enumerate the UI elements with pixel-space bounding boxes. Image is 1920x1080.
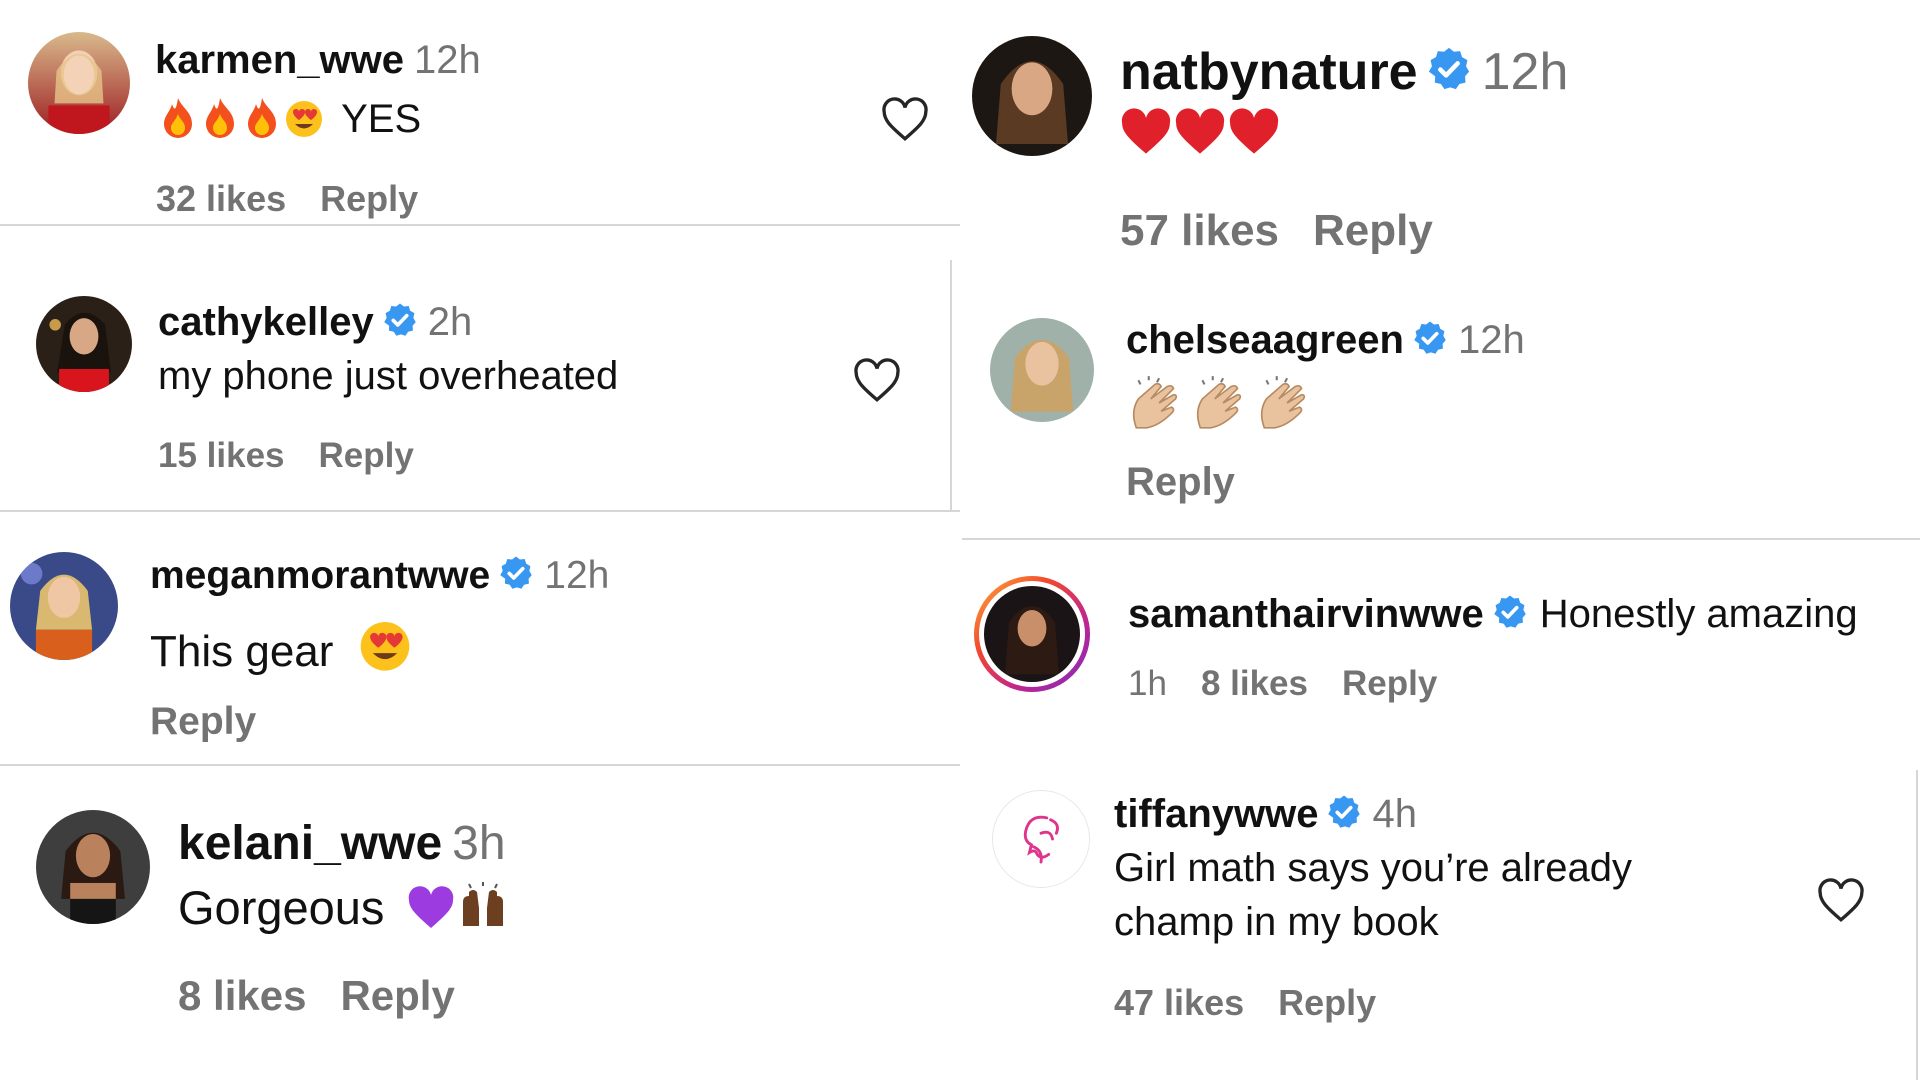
timestamp: 12h — [544, 554, 610, 597]
red-heart-emoji — [1174, 108, 1226, 161]
timestamp: 1h — [1128, 664, 1167, 703]
comment-actions: 8 likes Reply — [178, 972, 489, 1020]
username-text[interactable]: chelseaagreen — [1126, 318, 1404, 362]
comment-kelani: kelani_wwe 3h Gorgeous 8 likes Reply — [0, 766, 960, 1080]
heart-outline-icon[interactable] — [1816, 878, 1866, 924]
comment-body: Honestly amazing — [1539, 592, 1858, 636]
likes-count[interactable]: 8 likes — [178, 972, 306, 1019]
avatar[interactable] — [36, 810, 150, 924]
comment-text: YES — [158, 96, 421, 148]
username-text[interactable]: samanthairvinwwe — [1128, 592, 1484, 636]
fire-emoji — [242, 96, 282, 148]
comment-text: Gorgeous — [178, 880, 511, 941]
comment-actions: Reply — [150, 700, 290, 744]
reply-button[interactable]: Reply — [1126, 460, 1235, 504]
timestamp: 3h — [452, 817, 506, 870]
likes-count[interactable]: 15 likes — [158, 436, 285, 475]
timestamp: 12h — [414, 38, 481, 82]
verified-badge-icon — [498, 555, 534, 601]
avatar[interactable] — [28, 32, 130, 134]
username[interactable]: meganmorantwwe 12h — [150, 554, 609, 601]
reply-button[interactable]: Reply — [320, 178, 418, 219]
comment-text — [1120, 108, 1282, 161]
username-text[interactable]: meganmorantwwe — [150, 554, 490, 597]
reply-button[interactable]: Reply — [150, 700, 256, 743]
reply-button[interactable]: Reply — [1342, 664, 1437, 703]
column-divider — [950, 260, 952, 510]
heart-eyes-emoji — [284, 98, 324, 148]
avatar[interactable] — [36, 296, 132, 392]
comment-text-line1: Girl math says you’re already — [1114, 846, 1632, 890]
raising-hands-emoji — [457, 882, 509, 941]
username-text[interactable]: karmen_wwe — [155, 38, 404, 82]
comment-cathy: cathykelley 2h my phone just overheated 1… — [0, 226, 960, 512]
username[interactable]: chelseaagreen 12h — [1126, 318, 1525, 366]
username[interactable]: cathykelley 2h — [158, 300, 472, 348]
comments-collage: karmen_wwe 12h YES 32 likes Reply cathykel… — [0, 0, 1920, 1080]
avatar[interactable] — [10, 552, 118, 660]
username-text[interactable]: natbynature — [1120, 43, 1418, 101]
verified-badge-icon — [1412, 320, 1448, 366]
comment-body: Gorgeous — [178, 881, 385, 934]
comment-megan: meganmorantwwe 12h This gear Reply — [0, 512, 960, 766]
comment-body: YES — [341, 97, 422, 141]
username[interactable]: natbynature 12h — [1120, 42, 1568, 105]
red-heart-emoji — [1120, 108, 1172, 161]
comment-karmen: karmen_wwe 12h YES 32 likes Reply — [0, 0, 960, 226]
comment-actions: 15 likes Reply — [158, 436, 448, 476]
clapping-hands-emoji — [1254, 374, 1316, 437]
clapping-hands-emoji — [1126, 374, 1188, 437]
username-text[interactable]: kelani_wwe — [178, 817, 442, 870]
avatar[interactable] — [974, 576, 1090, 692]
timestamp: 12h — [1481, 43, 1569, 101]
timestamp: 2h — [427, 300, 473, 344]
red-heart-emoji — [1228, 108, 1280, 161]
comment-samantha: samanthairvinwwe Honestly amazing 1h 8 lik… — [962, 540, 1920, 766]
reply-button[interactable]: Reply — [319, 436, 414, 475]
comment-natbynature: natbynature 12h 57 likes Reply — [962, 0, 1920, 280]
fire-emoji — [158, 96, 198, 148]
avatar[interactable] — [992, 790, 1090, 888]
heart-outline-icon[interactable] — [880, 97, 930, 143]
verified-badge-icon — [382, 302, 418, 348]
comment-actions: 57 likes Reply — [1120, 206, 1467, 256]
comment-text: This gear — [150, 618, 414, 683]
likes-count[interactable]: 57 likes — [1120, 206, 1279, 255]
likes-count[interactable]: 8 likes — [1201, 664, 1308, 703]
verified-badge-icon — [1426, 45, 1472, 105]
heart-eyes-emoji — [358, 618, 412, 683]
avatar[interactable] — [990, 318, 1094, 422]
comment-chelsea: chelseaagreen 12h Reply — [962, 280, 1920, 540]
comment-body: This gear — [150, 627, 334, 676]
username-text[interactable]: cathykelley — [158, 300, 374, 344]
verified-badge-icon — [1326, 794, 1362, 840]
username[interactable]: tiffanywwe 4h — [1114, 792, 1417, 840]
username[interactable]: kelani_wwe 3h — [178, 816, 506, 871]
reply-button[interactable]: Reply — [1278, 982, 1376, 1023]
verified-badge-icon — [1492, 594, 1528, 640]
comment-actions: 1h 8 likes Reply — [1128, 664, 1471, 704]
avatar[interactable] — [972, 36, 1092, 156]
clapping-hands-emoji — [1190, 374, 1252, 437]
comment-tiffany: tiffanywwe 4h Girl math says you’re alrea… — [962, 766, 1920, 1080]
heart-outline-icon[interactable] — [852, 358, 902, 404]
username[interactable]: samanthairvinwwe Honestly amazing — [1128, 592, 1858, 640]
timestamp: 12h — [1457, 318, 1525, 362]
purple-heart-emoji — [407, 886, 455, 941]
comment-actions: 47 likes Reply — [1114, 982, 1410, 1024]
comment-text-line2: champ in my book — [1114, 900, 1439, 944]
username[interactable]: karmen_wwe 12h — [155, 38, 481, 83]
fire-emoji — [200, 96, 240, 148]
timestamp: 4h — [1372, 792, 1417, 836]
reply-button[interactable]: Reply — [1313, 206, 1433, 255]
reply-button[interactable]: Reply — [340, 972, 454, 1019]
likes-count[interactable]: 32 likes — [156, 178, 286, 219]
pane-edge — [1916, 770, 1918, 1080]
comment-text: my phone just overheated — [158, 354, 619, 398]
comment-text — [1126, 374, 1318, 437]
likes-count[interactable]: 47 likes — [1114, 982, 1244, 1023]
comment-actions: 32 likes Reply — [156, 178, 452, 220]
username-text[interactable]: tiffanywwe — [1114, 792, 1318, 836]
comment-actions: Reply — [1126, 460, 1269, 505]
